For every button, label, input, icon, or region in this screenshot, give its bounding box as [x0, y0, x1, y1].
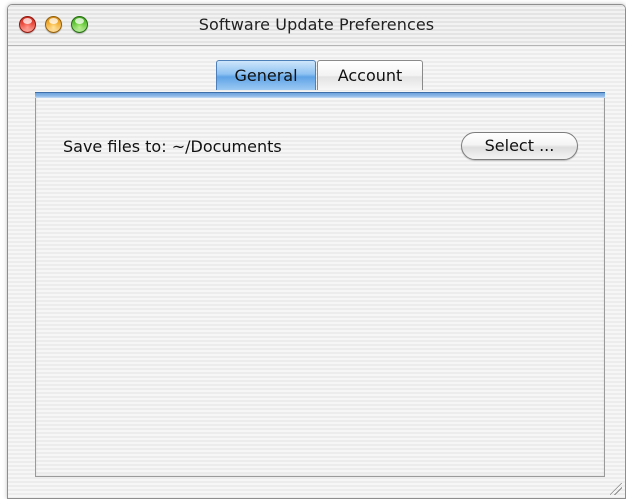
save-files-path: ~/Documents [171, 137, 282, 156]
tab-bar: General Account [216, 60, 423, 92]
window-title: Software Update Preferences [198, 15, 435, 34]
preferences-window: Software Update Preferences General Acco… [7, 4, 626, 499]
tab-panel-top-border [35, 92, 605, 98]
resize-grip-icon[interactable] [610, 483, 622, 495]
title-bar[interactable]: Software Update Preferences [8, 5, 625, 46]
save-files-row: Save files to: ~/Documents [63, 137, 282, 156]
tab-general[interactable]: General [216, 60, 316, 90]
select-folder-button[interactable]: Select ... [461, 132, 578, 160]
general-tab-panel: Save files to: ~/Documents Select ... [35, 92, 605, 477]
save-files-label: Save files to: [63, 137, 167, 156]
tab-account[interactable]: Account [317, 60, 423, 90]
